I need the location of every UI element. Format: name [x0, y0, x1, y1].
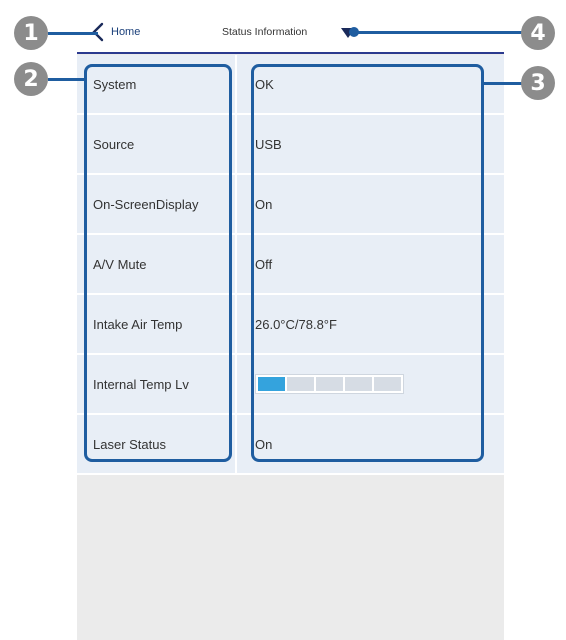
temp-level-segment	[374, 377, 401, 391]
row-label: Laser Status	[77, 415, 237, 473]
callout-1-leader	[48, 32, 98, 35]
row-value: On	[237, 175, 504, 233]
status-row: Internal Temp Lv	[77, 355, 504, 415]
status-row: On-ScreenDisplay On	[77, 175, 504, 235]
callout-4-leader	[355, 31, 533, 34]
page-title: Status Information	[222, 26, 308, 38]
home-label: Home	[111, 26, 141, 38]
callout-badge-2: 2	[14, 62, 48, 96]
row-label: Internal Temp Lv	[77, 355, 237, 413]
status-table: System OK Source USB On-ScreenDisplay On…	[77, 55, 504, 475]
status-row: Source USB	[77, 115, 504, 175]
row-label: Intake Air Temp	[77, 295, 237, 353]
row-value: OK	[237, 55, 504, 113]
row-value: On	[237, 415, 504, 473]
row-value: USB	[237, 115, 504, 173]
row-label: On-ScreenDisplay	[77, 175, 237, 233]
status-screen: Home Status Information System OK Source…	[77, 12, 504, 640]
status-row: A/V Mute Off	[77, 235, 504, 295]
status-row: Laser Status On	[77, 415, 504, 475]
internal-temp-level-bar	[255, 374, 404, 394]
callout-badge-1: 1	[14, 16, 48, 50]
row-label: Source	[77, 115, 237, 173]
temp-level-segment	[345, 377, 372, 391]
status-row: Intake Air Temp 26.0°C/78.8°F	[77, 295, 504, 355]
temp-level-segment	[287, 377, 314, 391]
callout-badge-4: 4	[521, 16, 555, 50]
temp-level-segment	[258, 377, 285, 391]
row-value: 26.0°C/78.8°F	[237, 295, 504, 353]
home-button[interactable]: Home	[91, 20, 140, 44]
row-value: Off	[237, 235, 504, 293]
row-label: System	[77, 55, 237, 113]
callout-2-leader	[48, 78, 86, 81]
row-label: A/V Mute	[77, 235, 237, 293]
row-value	[237, 355, 504, 413]
callout-3-leader	[482, 82, 522, 85]
callout-badge-3: 3	[521, 66, 555, 100]
status-row: System OK	[77, 55, 504, 115]
temp-level-segment	[316, 377, 343, 391]
